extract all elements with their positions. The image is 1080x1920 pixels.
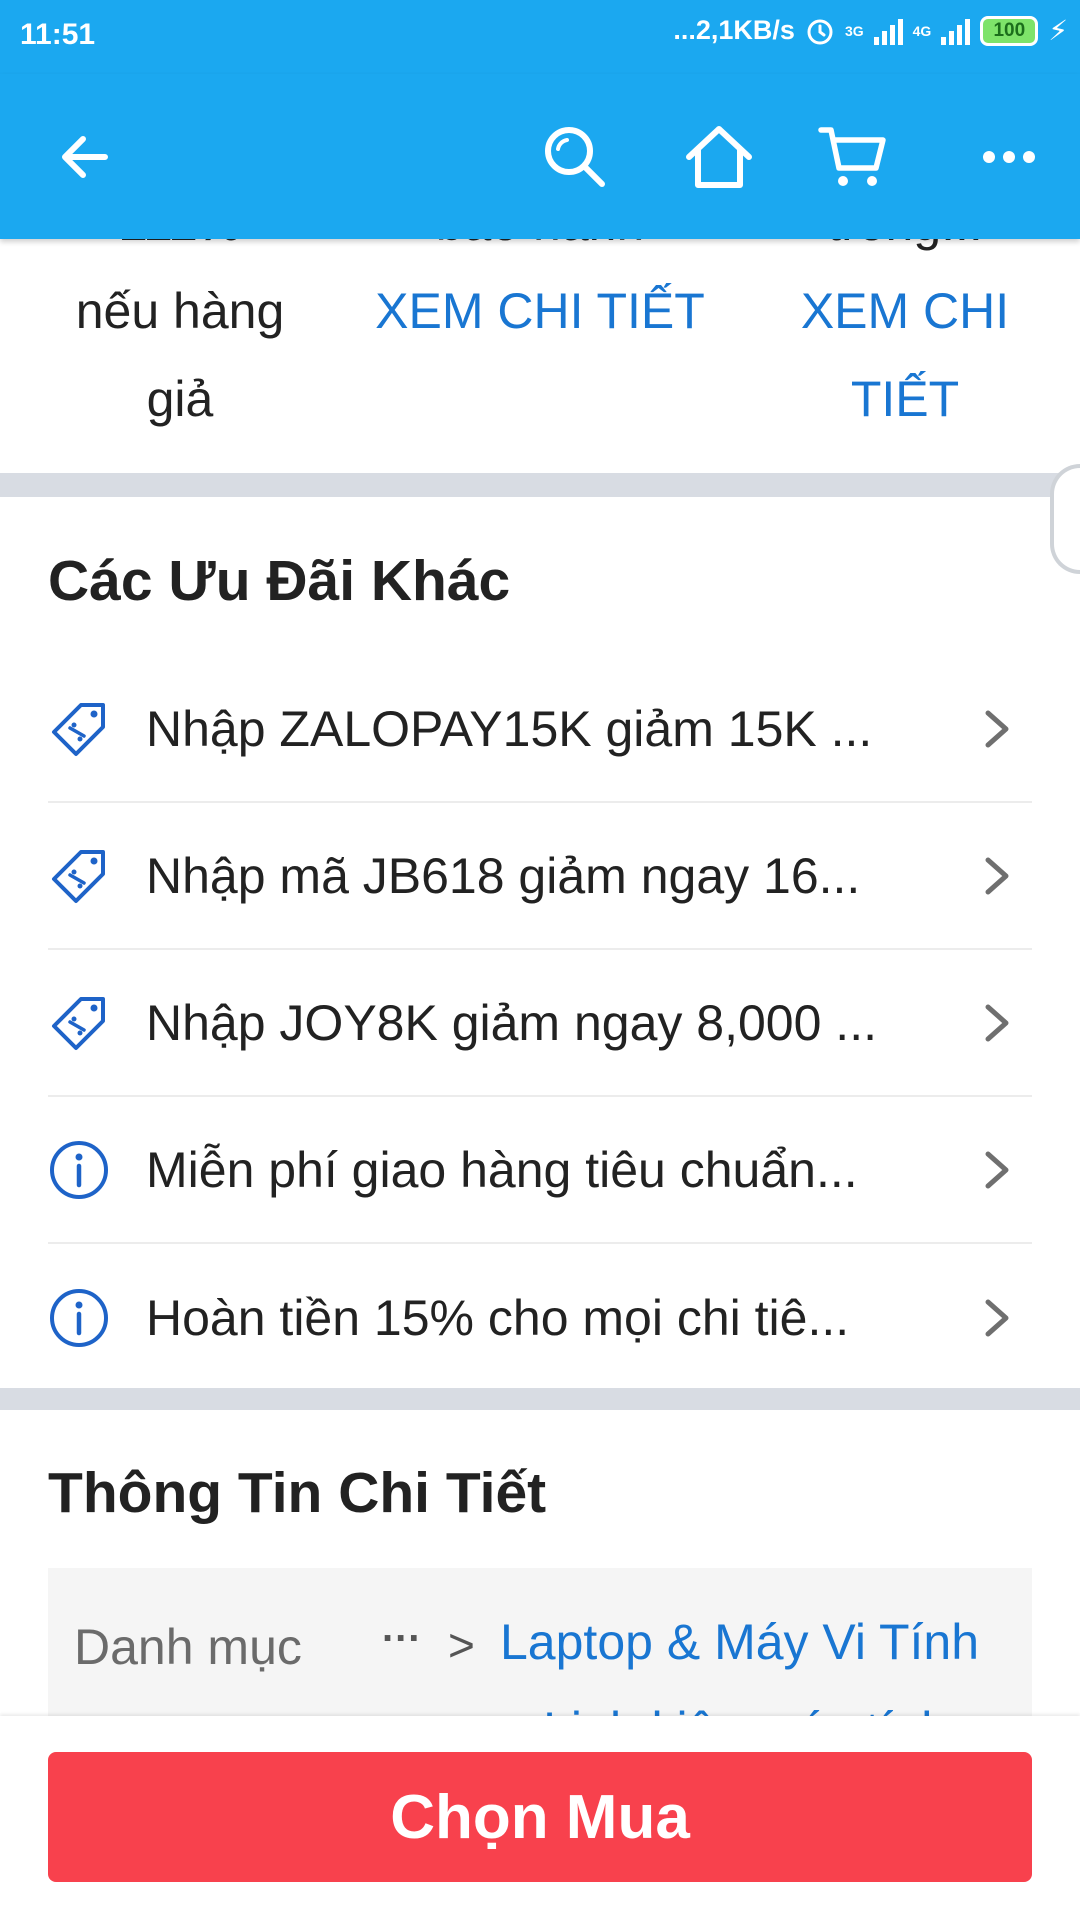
policy-warranty-text: bảo hành <box>355 239 725 267</box>
policy-refund-line: giả <box>146 371 214 427</box>
category-link[interactable]: Laptop & Máy Vi Tính > Linh kiện máy tín… <box>500 1598 1020 1718</box>
search-icon <box>545 126 605 187</box>
offer-text: Hoàn tiền 15% cho mọi chi tiê... <box>146 1289 850 1346</box>
policy-return-link[interactable]: TIẾT <box>770 355 1040 443</box>
charging-icon: ⚡ <box>1048 15 1068 46</box>
section-divider <box>0 473 1080 497</box>
chevron-right-icon <box>985 1299 1009 1336</box>
arrow-left-icon <box>62 135 108 178</box>
info-icon <box>48 1287 110 1349</box>
tag-icon <box>48 992 110 1054</box>
offers-list: Nhập ZALOPAY15K giảm 15K ... Nhập mã JB6… <box>48 656 1032 1391</box>
breadcrumb-separator: > <box>448 1619 475 1671</box>
home-button[interactable] <box>674 74 764 239</box>
offer-text: Miễn phí giao hàng tiêu chuẩn... <box>146 1141 858 1198</box>
network-3g-label: 3G <box>844 22 864 39</box>
offer-item[interactable]: Miễn phí giao hàng tiêu chuẩn... <box>48 1097 1032 1244</box>
policy-refund-percent: 111% <box>40 239 320 267</box>
offer-item[interactable]: Nhập ZALOPAY15K giảm 15K ... <box>48 656 1032 803</box>
details-table: Danh mục ... > Laptop & Máy Vi Tính > Li… <box>48 1568 1032 1718</box>
status-time: 11:51 <box>20 18 96 51</box>
offer-item[interactable]: Hoàn tiền 15% cho mọi chi tiê... <box>48 1244 1032 1391</box>
more-button[interactable] <box>964 74 1054 239</box>
chevron-right-icon <box>985 1151 1009 1188</box>
offer-text: Nhập mã JB618 giảm ngay 16... <box>146 847 861 904</box>
policy-warranty-link[interactable]: XEM CHI TIẾT <box>355 267 725 355</box>
chevron-right-icon <box>985 710 1009 747</box>
alarm-icon <box>807 19 833 44</box>
network-speed: ...2,1KB/s <box>673 15 795 45</box>
cart-button[interactable] <box>808 74 898 239</box>
app-bar <box>0 74 1080 239</box>
policy-return-text: trong... <box>770 239 1040 267</box>
chevron-right-icon <box>985 1004 1009 1041</box>
policy-fake-refund: 111% nếu hàng giả <box>40 239 320 443</box>
offer-text: Nhập ZALOPAY15K giảm 15K ... <box>146 700 873 757</box>
offer-item[interactable]: Nhập mã JB618 giảm ngay 16... <box>48 803 1032 950</box>
info-icon <box>48 1139 110 1201</box>
breadcrumb-ellipsis[interactable]: ... <box>382 1606 421 1651</box>
status-icons: ...2,1KB/s 3G 4G 100 ⚡ <box>673 14 1068 47</box>
status-bar: 11:51 ...2,1KB/s 3G 4G 100 ⚡ <box>0 0 1080 74</box>
policy-return: trong... XEM CHI TIẾT <box>770 239 1040 443</box>
chevron-right-icon <box>985 857 1009 894</box>
tag-icon <box>48 698 110 760</box>
offers-title: Các Ưu Đãi Khác <box>48 549 511 613</box>
home-icon <box>686 125 752 188</box>
search-button[interactable] <box>530 74 620 239</box>
offer-item[interactable]: Nhập JOY8K giảm ngay 8,000 ... <box>48 950 1032 1097</box>
policy-refund-line: nếu hàng <box>75 283 285 339</box>
buy-button[interactable]: Chọn Mua <box>48 1752 1032 1882</box>
policy-row: 111% nếu hàng giả bảo hành XEM CHI TIẾT … <box>0 239 1080 473</box>
back-button[interactable] <box>40 74 130 239</box>
policy-warranty: bảo hành XEM CHI TIẾT <box>355 239 725 355</box>
policy-return-link[interactable]: XEM CHI <box>770 267 1040 355</box>
more-icon <box>983 150 1035 163</box>
battery-icon: 100 <box>980 15 1039 46</box>
network-4g-label: 4G <box>912 22 932 39</box>
tag-icon <box>48 845 110 907</box>
bottom-action-bar: Chọn Mua <box>0 1716 1080 1920</box>
category-label: Danh mục <box>74 1619 302 1675</box>
details-title: Thông Tin Chi Tiết <box>48 1461 547 1525</box>
cart-icon <box>818 126 886 186</box>
section-divider <box>0 1388 1080 1410</box>
signal-3g-icon <box>873 17 903 45</box>
scroll-handle[interactable] <box>1050 464 1080 574</box>
signal-4g-icon <box>941 17 971 45</box>
offer-text: Nhập JOY8K giảm ngay 8,000 ... <box>146 994 877 1051</box>
